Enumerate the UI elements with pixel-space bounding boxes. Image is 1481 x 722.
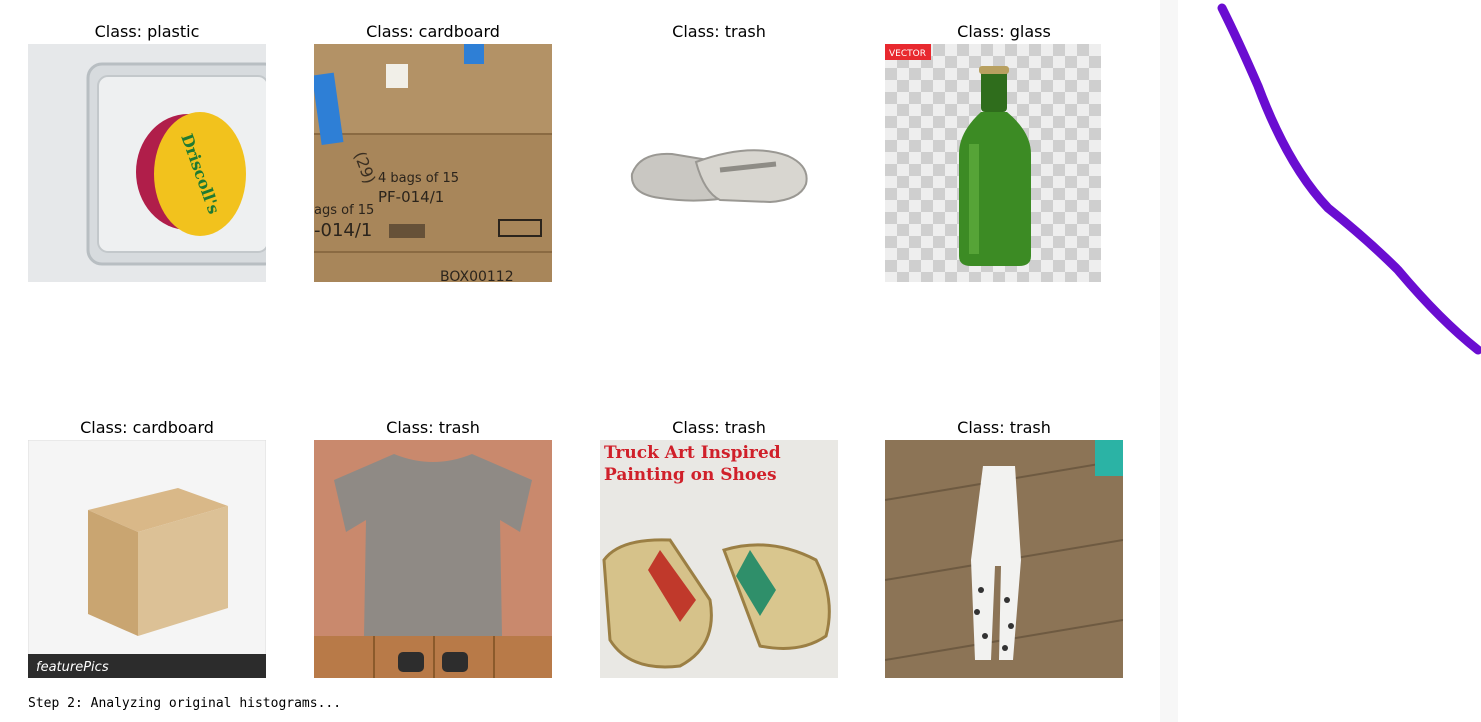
cardboard-text-4: -014/1	[314, 220, 372, 241]
sample-title: Class: cardboard	[366, 22, 500, 41]
sample-title: Class: trash	[957, 418, 1051, 437]
cardboard-text-3: ags of 15	[314, 203, 374, 218]
notebook-output-area: Class: plastic Driscoll's Class: cardboa…	[0, 0, 1160, 722]
sample-image-plastic: Driscoll's	[28, 44, 266, 282]
console-output-line: Step 2: Analyzing original histograms...	[28, 696, 342, 711]
sample-title: Class: trash	[386, 418, 480, 437]
sample-image-tights	[885, 440, 1123, 678]
cell-gutter	[1160, 0, 1178, 722]
sandals-overlay-line-1: Truck Art Inspired	[604, 443, 781, 463]
sample-title: Class: trash	[672, 418, 766, 437]
blank-panel	[1178, 0, 1481, 722]
sandals-overlay-text: Truck Art Inspired Painting on Shoes	[600, 442, 838, 486]
sample-image-cardboard: (29) 4 bags of 15 PF-014/1 ags of 15 -01…	[314, 44, 552, 282]
sample-image-glass: VECTOR	[885, 44, 1123, 282]
sample-image-box: featurePics	[28, 440, 266, 678]
glass-badge-text: VECTOR	[889, 49, 926, 59]
cardboard-text-5: BOX00112	[440, 269, 514, 282]
sample-image-shirt	[314, 440, 552, 678]
cardboard-text-1: 4 bags of 15	[378, 171, 459, 186]
sample-title: Class: glass	[957, 22, 1051, 41]
sample-title: Class: trash	[672, 22, 766, 41]
sample-title: Class: cardboard	[80, 418, 214, 437]
cardboard-text-2: PF-014/1	[378, 188, 444, 206]
sandals-overlay-line-2: Painting on Shoes	[604, 465, 777, 485]
sample-title: Class: plastic	[94, 22, 200, 41]
box-brand-text: featurePics	[36, 660, 109, 675]
sample-image-shoe	[600, 44, 838, 282]
